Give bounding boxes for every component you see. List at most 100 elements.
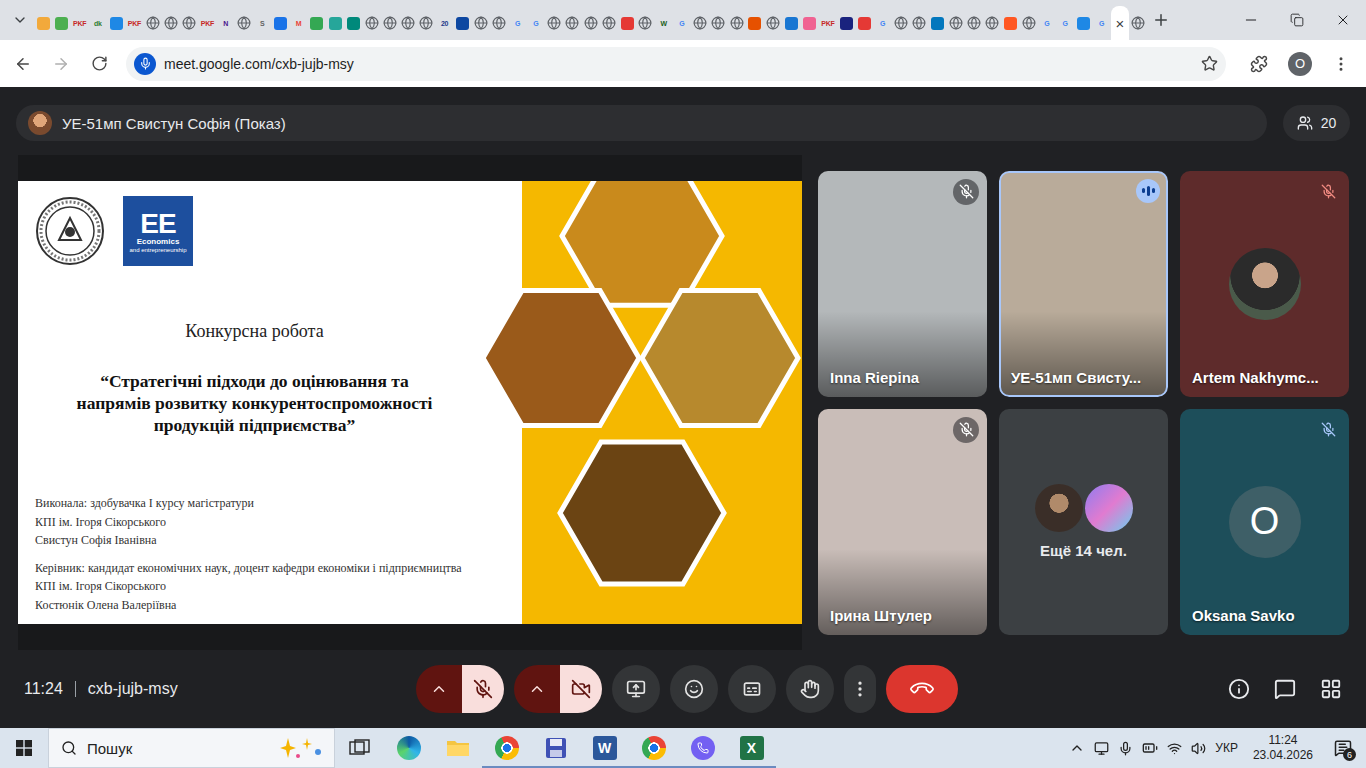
- browser-tab[interactable]: G: [1038, 6, 1056, 40]
- presenter-bar[interactable]: УЕ-51мп Свистун Софія (Показ): [16, 105, 1267, 141]
- participant-tile[interactable]: Artem Nakhymc...: [1180, 171, 1349, 397]
- browser-tab[interactable]: [1074, 6, 1092, 40]
- notifications-button[interactable]: 6: [1328, 733, 1358, 763]
- reactions-button[interactable]: [670, 665, 718, 713]
- browser-tab[interactable]: [381, 6, 399, 40]
- browser-tab[interactable]: [618, 6, 636, 40]
- browser-tab[interactable]: [782, 6, 800, 40]
- participant-tile[interactable]: Inna Riepina: [818, 171, 987, 397]
- browser-tab[interactable]: [1001, 6, 1019, 40]
- mic-icon[interactable]: [1118, 741, 1133, 756]
- browser-tab[interactable]: [107, 6, 125, 40]
- browser-tab[interactable]: [801, 6, 819, 40]
- participant-tile[interactable]: Ещё 14 чел.: [999, 409, 1168, 635]
- wifi-icon[interactable]: [1167, 741, 1182, 756]
- mic-options-button[interactable]: [416, 665, 462, 713]
- input-language[interactable]: УКР: [1215, 741, 1238, 755]
- camera-options-button[interactable]: [514, 665, 560, 713]
- browser-tab[interactable]: ×: [1111, 6, 1129, 40]
- display-icon[interactable]: [1094, 741, 1109, 756]
- profile-button[interactable]: O: [1280, 47, 1320, 81]
- browser-tab[interactable]: [636, 6, 654, 40]
- browser-tab[interactable]: [454, 6, 472, 40]
- browser-tab[interactable]: [417, 6, 435, 40]
- browser-tab[interactable]: dk: [89, 6, 107, 40]
- new-tab-button[interactable]: [1147, 6, 1175, 34]
- taskbar-app[interactable]: X: [727, 728, 776, 768]
- present-button[interactable]: [612, 665, 660, 713]
- minimize-button[interactable]: [1228, 0, 1274, 40]
- battery-icon[interactable]: [1142, 740, 1158, 756]
- browser-tab[interactable]: [965, 6, 983, 40]
- participant-tile[interactable]: УЕ-51мп Свисту...: [999, 171, 1168, 397]
- taskbar-search[interactable]: Пошук: [48, 728, 335, 768]
- browser-tab[interactable]: [910, 6, 928, 40]
- browser-tab[interactable]: [235, 6, 253, 40]
- info-icon[interactable]: [1228, 678, 1250, 700]
- browser-tab[interactable]: [709, 6, 727, 40]
- volume-icon[interactable]: [1191, 741, 1206, 756]
- participant-tile[interactable]: Ірина Штулер: [818, 409, 987, 635]
- url-text[interactable]: meet.google.com/cxb-jujb-msy: [164, 56, 1193, 72]
- browser-tab[interactable]: [545, 6, 563, 40]
- browser-tab[interactable]: [308, 6, 326, 40]
- tray-overflow-icon[interactable]: [1069, 740, 1085, 756]
- browser-tab[interactable]: [582, 6, 600, 40]
- raise-hand-button[interactable]: [786, 665, 834, 713]
- browser-tab[interactable]: [490, 6, 508, 40]
- more-options-button[interactable]: [844, 665, 876, 713]
- star-icon[interactable]: [1201, 55, 1218, 72]
- browser-tab[interactable]: [180, 6, 198, 40]
- browser-tab[interactable]: [144, 6, 162, 40]
- camera-button[interactable]: [560, 665, 602, 713]
- taskbar-app[interactable]: [335, 728, 384, 768]
- browser-tab[interactable]: [52, 6, 70, 40]
- browser-tab[interactable]: [855, 6, 873, 40]
- browser-tab[interactable]: PKF: [71, 6, 89, 40]
- taskbar-app[interactable]: [678, 728, 727, 768]
- browser-tab[interactable]: 20: [436, 6, 454, 40]
- participant-count[interactable]: 20: [1283, 105, 1350, 141]
- browser-tab[interactable]: [728, 6, 746, 40]
- omnibox[interactable]: meet.google.com/cxb-jujb-msy: [126, 47, 1226, 81]
- browser-tab[interactable]: [563, 6, 581, 40]
- tab-close-button[interactable]: ×: [1115, 16, 1124, 31]
- browser-tab[interactable]: [837, 6, 855, 40]
- site-mic-indicator[interactable]: [134, 53, 156, 75]
- browser-tab[interactable]: [326, 6, 344, 40]
- taskbar-app[interactable]: [384, 728, 433, 768]
- browser-tab[interactable]: [363, 6, 381, 40]
- browser-tab[interactable]: G: [527, 6, 545, 40]
- browser-tab[interactable]: [1020, 6, 1038, 40]
- restore-button[interactable]: [1274, 0, 1320, 40]
- browser-tab[interactable]: [746, 6, 764, 40]
- taskbar-app[interactable]: W: [580, 728, 629, 768]
- browser-tab[interactable]: M: [290, 6, 308, 40]
- browser-tab[interactable]: [764, 6, 782, 40]
- chat-icon[interactable]: [1274, 678, 1296, 700]
- mic-button[interactable]: [462, 665, 504, 713]
- captions-button[interactable]: [728, 665, 776, 713]
- participant-tile[interactable]: OOksana Savko: [1180, 409, 1349, 635]
- browser-tab[interactable]: [34, 6, 52, 40]
- reload-button[interactable]: [82, 47, 116, 81]
- browser-tab[interactable]: PKF: [819, 6, 837, 40]
- browser-tab[interactable]: G: [673, 6, 691, 40]
- browser-tab[interactable]: [983, 6, 1001, 40]
- browser-tab[interactable]: G: [1093, 6, 1111, 40]
- browser-tab[interactable]: [271, 6, 289, 40]
- browser-tab[interactable]: PKF: [198, 6, 216, 40]
- browser-tab[interactable]: [892, 6, 910, 40]
- taskbar-app[interactable]: [531, 728, 580, 768]
- forward-button[interactable]: [44, 47, 78, 81]
- browser-tab[interactable]: [472, 6, 490, 40]
- back-button[interactable]: [6, 47, 40, 81]
- browser-tab[interactable]: W: [655, 6, 673, 40]
- browser-tab[interactable]: [1129, 6, 1147, 40]
- tab-search-button[interactable]: [6, 6, 34, 34]
- start-button[interactable]: [0, 728, 48, 768]
- browser-tab[interactable]: [399, 6, 417, 40]
- taskbar-app[interactable]: [433, 728, 482, 768]
- browser-tab[interactable]: N: [217, 6, 235, 40]
- menu-button[interactable]: [1324, 47, 1358, 81]
